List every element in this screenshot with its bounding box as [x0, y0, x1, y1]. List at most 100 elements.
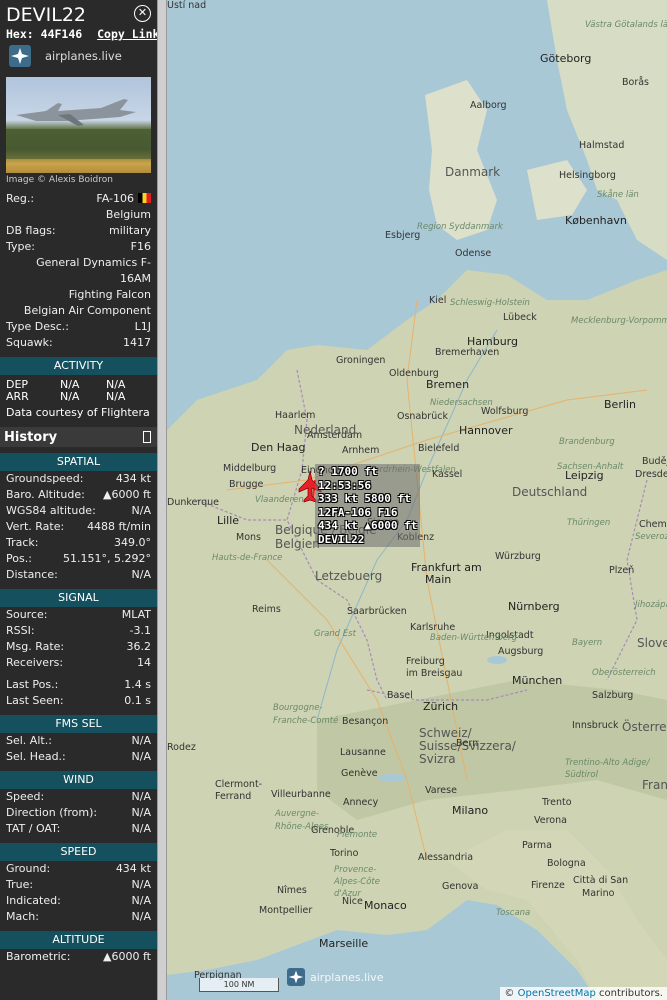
map-place-label: Marino: [582, 888, 615, 899]
aircraft-photo[interactable]: [6, 77, 151, 173]
map-place-label: Toscana: [496, 908, 531, 918]
info-row: Barometric: ▲6000 ft: [6, 949, 151, 965]
info-row: Track: 349.0°: [6, 535, 151, 551]
speed-section-header: SPEED: [0, 843, 157, 861]
map-place-label: Nederland: [294, 423, 357, 437]
map-place-label: Rodez: [167, 742, 196, 753]
map-place-label: Milano: [452, 804, 489, 817]
copy-link-button[interactable]: Copy Link: [97, 27, 157, 41]
map-place-label: Mons: [236, 532, 261, 543]
map-place-label: Aalborg: [470, 100, 507, 111]
map-place-label: Verona: [534, 815, 567, 826]
map-place-label: Piemonte: [337, 830, 378, 840]
info-row: Msg. Rate: 36.2: [6, 639, 151, 655]
hex-row: Hex: 44F146 Copy Link: [6, 26, 157, 42]
map-place-label: Varese: [425, 785, 457, 796]
operator-value: Belgian Air Component: [23, 304, 151, 317]
map-place-label: Kassel: [432, 469, 463, 480]
map-place-label: København: [565, 214, 627, 227]
map-place-label: Trentino-Alto Adige/: [565, 758, 650, 768]
aircraft-label[interactable]: ? 1700 ft 12:53:56 333 kt 5800 ft 12FA-1…: [315, 464, 421, 547]
reg-value: FA-106: [96, 192, 134, 205]
openstreetmap-link[interactable]: OpenStreetMap: [518, 988, 596, 999]
type-desc-value: L1J: [134, 320, 151, 333]
map-place-label: Würzburg: [495, 551, 541, 562]
map-place-label: Mecklenburg-Vorpommern: [571, 316, 667, 326]
map-place-label: Svizra: [419, 752, 456, 766]
history-toggle[interactable]: History: [0, 427, 157, 447]
row-value: 0.1 s: [124, 694, 151, 707]
row-label: RSSI:: [6, 624, 35, 637]
history-title: History: [4, 429, 58, 445]
row-value: 4488 ft/min: [87, 520, 151, 533]
map-place-label: Groningen: [336, 355, 386, 366]
row-label: Source:: [6, 608, 48, 621]
map-place-label: Trento: [542, 797, 572, 808]
map-place-label: Dresden: [635, 469, 667, 480]
map-place-label: Brugge: [229, 479, 264, 490]
type-value: F16: [130, 240, 151, 253]
row-value: 36.2: [126, 640, 152, 653]
brand-row[interactable]: airplanes.live: [6, 45, 151, 67]
map-place-label: Bielefeld: [418, 443, 460, 454]
spatial-rows: Groundspeed: 434 kt Baro. Altitude: ▲6000 f…: [0, 471, 157, 583]
attribution-suffix: contributors.: [599, 988, 663, 999]
model-name-value: Fighting Falcon: [68, 288, 151, 301]
map-place-label: Reims: [252, 604, 281, 615]
flightera-link[interactable]: Flightera: [101, 406, 150, 419]
altitude-section-header: ALTITUDE: [0, 931, 157, 949]
row-value: N/A: [131, 910, 151, 923]
expand-icon[interactable]: [143, 431, 151, 443]
map-place-label: Borås: [622, 77, 650, 88]
row-label: Msg. Rate:: [6, 640, 65, 653]
map-place-label: Bremerhaven: [435, 347, 500, 358]
map-place-label: Villeurbanne: [271, 789, 331, 800]
map-place-label: Baden-Württemberg: [430, 633, 517, 643]
map-place-label: Città di San: [573, 875, 629, 886]
panel-resize-handle[interactable]: [157, 0, 167, 1000]
row-label: Distance:: [6, 568, 58, 581]
aircraft-info-panel: DEVIL22 ✕ Hex: 44F146 Copy Link airplane…: [0, 0, 157, 1000]
map-place-label: Bayern: [572, 638, 603, 648]
label-line-5: 434 kt ▲6000 ft: [318, 519, 418, 532]
row-label: Pos.:: [6, 552, 32, 565]
row-value: 1.4 s: [124, 678, 151, 691]
map-place-label: im Breisgau: [406, 668, 463, 679]
db-flags-row: DB flags: military: [6, 223, 151, 239]
close-icon[interactable]: ✕: [134, 5, 151, 22]
row-value: N/A: [131, 734, 151, 747]
map-place-label: Österreich: [622, 720, 667, 734]
row-label: Ground:: [6, 862, 51, 875]
hex-label: Hex:: [6, 27, 34, 41]
map-place-label: Basel: [387, 690, 413, 701]
map-place-label: Göteborg: [540, 52, 592, 65]
altitude-rows: Barometric: ▲6000 ft: [0, 949, 157, 965]
type-row: Type: F16: [6, 239, 151, 255]
row-value: N/A: [131, 878, 151, 891]
map-place-label: Torino: [330, 848, 359, 859]
info-row: True: N/A: [6, 877, 151, 893]
map-place-label: Bern: [456, 738, 479, 749]
info-row: TAT / OAT: N/A: [6, 821, 151, 837]
map-place-label: Oberösterreich: [592, 668, 656, 678]
info-row: Sel. Head.: N/A: [6, 749, 151, 765]
map-view[interactable]: Västra Götalands län Göteborg Borås Halmsta…: [167, 0, 667, 1000]
speed-rows: Ground: 434 kt True: N/A Indicated: N/A Mach: N…: [0, 861, 157, 925]
model-value: General Dynamics F-16AM: [36, 256, 151, 285]
map-place-label: Vlaanderen: [255, 495, 304, 505]
row-label: Vert. Rate:: [6, 520, 65, 533]
row-label: TAT / OAT:: [6, 822, 61, 835]
squawk-value: 1417: [123, 336, 151, 349]
map-place-label: Clermont-: [215, 779, 263, 790]
map-place-label: Karlsruhe: [410, 622, 456, 633]
row-label: True:: [6, 878, 34, 891]
photo-credit: Image © Alexis Boidron: [6, 175, 113, 185]
map-place-label: Arnhem: [342, 445, 380, 456]
map-place-label: Monaco: [364, 899, 407, 912]
info-row: Source: MLAT: [6, 607, 151, 623]
map-place-label: Plzeň: [609, 565, 635, 576]
row-value: ▲6000 ft: [103, 488, 151, 501]
map-place-label: Hauts-de-France: [212, 553, 283, 563]
map-place-label: Annecy: [343, 797, 379, 808]
map-place-label: Nîmes: [277, 885, 307, 896]
